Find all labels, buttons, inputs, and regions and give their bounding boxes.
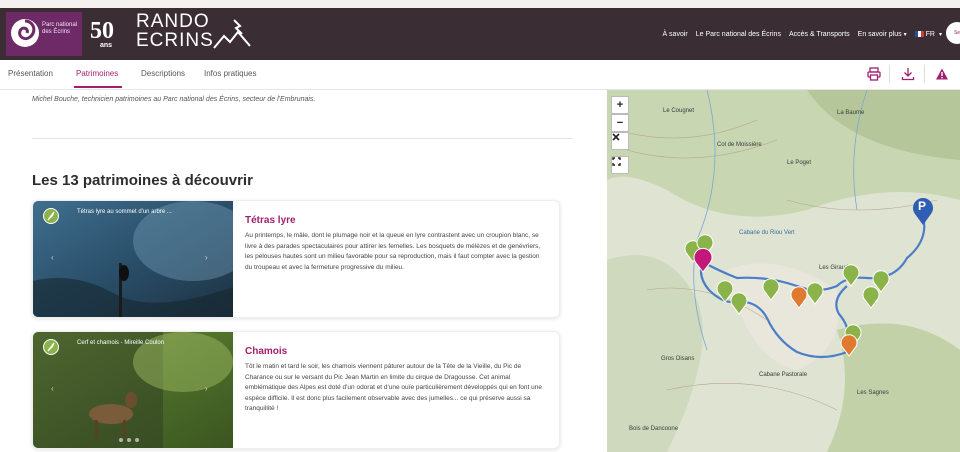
- card-image[interactable]: Tétras lyre au sommet d'un arbre ... ‹ ›: [33, 201, 233, 317]
- chevron-down-icon: ▾: [903, 31, 907, 38]
- chevron-left-icon[interactable]: ‹: [51, 253, 61, 263]
- patrimoines-content: Michel Bouche, technicien patrimoines au…: [0, 90, 607, 452]
- language-label: FR: [925, 30, 935, 38]
- chevron-right-icon[interactable]: ›: [205, 253, 215, 263]
- nav-parc-national[interactable]: Le Parc national des Écrins: [696, 31, 781, 38]
- zoom-in-button[interactable]: +: [611, 96, 629, 114]
- card-image[interactable]: Cerf et chamois - Mireille Coulon ‹ ›: [33, 332, 233, 448]
- patrimoine-card-tetras[interactable]: Tétras lyre au sommet d'un arbre ... ‹ ›…: [32, 200, 560, 318]
- language-selector[interactable]: FR ▾: [914, 30, 942, 38]
- card-description: Tôt le matin et tard le soir, les chamoi…: [245, 363, 542, 412]
- photo-credit: Michel Bouche, technicien patrimoines au…: [32, 96, 316, 103]
- account-button[interactable]: Se: [946, 22, 960, 44]
- anniversary-number: 50: [90, 18, 114, 44]
- park-logo-text: Parc national des Écrins: [42, 22, 78, 35]
- map-label: Gros Oisans: [661, 356, 695, 362]
- park-logo[interactable]: Parc national des Écrins: [6, 12, 82, 56]
- map-label: La Baume: [837, 110, 865, 116]
- map-label: Cabane du Riou Vert: [739, 230, 795, 236]
- card-image-caption: Tétras lyre au sommet d'un arbre ...: [77, 209, 172, 215]
- download-button[interactable]: [898, 64, 918, 84]
- carousel-dot[interactable]: [135, 438, 139, 442]
- carousel-dot[interactable]: [127, 438, 131, 442]
- tool-divider: [889, 65, 890, 83]
- map-label: Cabane Pastorale: [759, 372, 808, 378]
- card-title[interactable]: Tétras lyre: [245, 215, 296, 226]
- nav-en-savoir-plus[interactable]: En savoir plus ▾: [858, 31, 907, 38]
- feather-icon: [47, 342, 55, 352]
- report-button[interactable]: [932, 64, 952, 84]
- map-label: Les Girauds: [819, 265, 852, 271]
- tool-divider: [924, 65, 925, 83]
- spiral-logo-icon: [11, 19, 39, 47]
- fullscreen-icon: [612, 157, 621, 166]
- chevron-down-icon: ▾: [938, 31, 942, 38]
- brand-line1[interactable]: RANDO: [136, 12, 210, 32]
- tab-presentation[interactable]: Présentation: [8, 69, 53, 78]
- tab-descriptions[interactable]: Descriptions: [141, 69, 185, 78]
- zoom-out-button[interactable]: −: [611, 114, 629, 132]
- fullscreen-button[interactable]: [611, 156, 629, 174]
- french-flag-icon: [914, 31, 924, 37]
- main-nav: À savoir Le Parc national des Écrins Acc…: [662, 8, 942, 60]
- map-label: Col de Moissière: [717, 142, 762, 148]
- page-tabs: Présentation Patrimoines Descriptions In…: [0, 60, 960, 90]
- patrimoine-card-chamois[interactable]: Cerf et chamois - Mireille Coulon ‹ › Ch…: [32, 331, 560, 449]
- nav-a-savoir[interactable]: À savoir: [662, 31, 687, 38]
- tab-infos-pratiques[interactable]: Infos pratiques: [204, 69, 256, 78]
- brand-line2[interactable]: ECRINS: [136, 31, 214, 51]
- map-label: Le Cougnet: [663, 108, 695, 114]
- carousel-dot[interactable]: [119, 438, 123, 442]
- top-browser-strip: [0, 0, 960, 8]
- card-image-caption: Cerf et chamois - Mireille Coulon: [77, 340, 165, 346]
- patrimoine-category-badge: [43, 339, 59, 355]
- chevron-left-icon[interactable]: ‹: [51, 384, 61, 394]
- site-header: Parc national des Écrins 50 ans RANDO EC…: [0, 8, 960, 60]
- map-label: Le Poget: [787, 160, 812, 166]
- feather-icon: [47, 211, 55, 221]
- carousel-dots: [119, 438, 139, 442]
- print-button[interactable]: [864, 64, 884, 84]
- anniversary-unit: ans: [100, 42, 113, 49]
- close-icon: [612, 133, 620, 141]
- map-label: Les Sagnes: [857, 390, 889, 396]
- chamois-photo: [33, 332, 233, 448]
- active-tab-underline: [74, 86, 122, 88]
- tab-patrimoines[interactable]: Patrimoines: [76, 69, 118, 78]
- section-title: Les 13 patrimoines à découvrir: [32, 172, 253, 189]
- nav-en-savoir-plus-label: En savoir plus: [857, 30, 902, 38]
- trek-route: [699, 215, 926, 359]
- anniversary-badge: 50 ans: [88, 16, 124, 52]
- parking-label: P: [918, 199, 927, 213]
- patrimoine-category-badge: [43, 208, 59, 224]
- trek-map[interactable]: + − Col de Moissière Le Cougnet La Baume…: [607, 90, 960, 452]
- warning-icon: [936, 68, 948, 80]
- close-map-button[interactable]: [611, 132, 629, 150]
- download-icon: [901, 68, 915, 81]
- chevron-right-icon[interactable]: ›: [205, 384, 215, 394]
- card-title[interactable]: Chamois: [245, 346, 287, 357]
- print-icon: [867, 67, 881, 81]
- map-label: Bois de Dancoone: [629, 426, 679, 432]
- section-divider: [32, 138, 572, 139]
- tetras-photo: [33, 201, 233, 317]
- mountain-bird-icon: [213, 19, 251, 49]
- parking-marker[interactable]: P: [911, 196, 935, 226]
- nav-acces-transports[interactable]: Accès & Transports: [789, 31, 850, 38]
- card-description: Au printemps, le mâle, dont le plumage n…: [245, 232, 541, 271]
